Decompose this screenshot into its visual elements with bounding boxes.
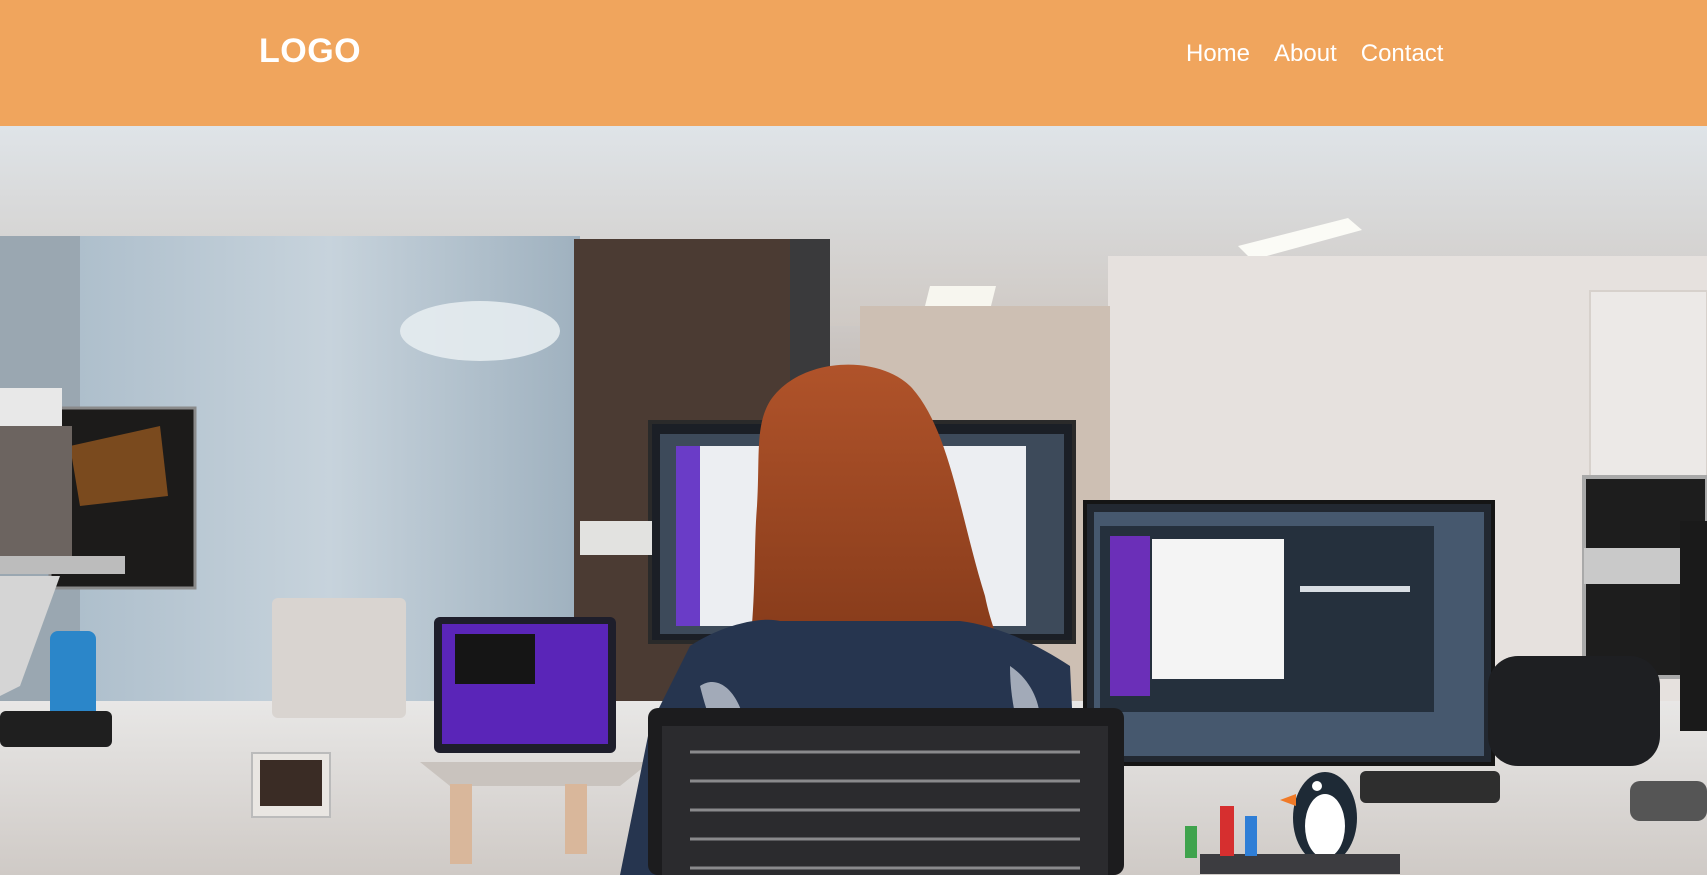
top-navbar: LOGO Home About Contact — [0, 0, 1707, 126]
hero-image — [0, 126, 1707, 875]
nav-link-about[interactable]: About — [1274, 40, 1337, 68]
office-photo-icon — [0, 126, 1707, 875]
logo[interactable]: LOGO — [259, 32, 361, 71]
nav-link-contact[interactable]: Contact — [1361, 40, 1444, 68]
nav-link-home[interactable]: Home — [1186, 40, 1250, 68]
main-nav: Home About Contact — [1186, 40, 1443, 68]
